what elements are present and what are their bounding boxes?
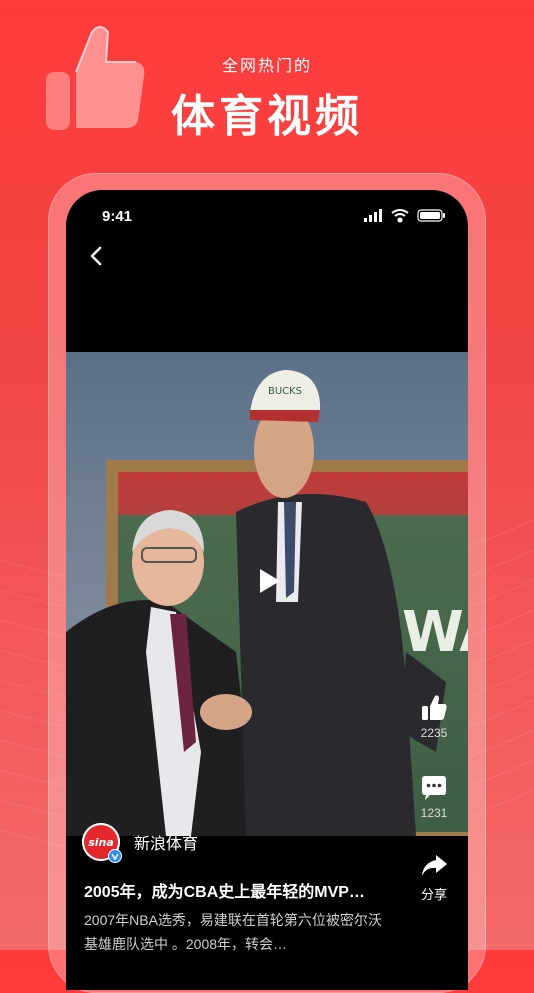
promo-subtitle: 全网热门的 [221, 58, 312, 75]
like-icon[interactable] [420, 694, 448, 722]
author-logo-text: sina [88, 836, 114, 849]
status-icons [364, 209, 445, 223]
battery-icon [417, 209, 445, 222]
verified-icon [108, 849, 122, 863]
share-action[interactable]: 分享 [414, 852, 454, 903]
back-arrow-icon[interactable] [86, 244, 106, 268]
avatar[interactable]: sina [82, 823, 122, 863]
play-icon[interactable] [254, 566, 284, 596]
comment-icon[interactable] [420, 774, 448, 802]
status-time: 9:41 [102, 208, 133, 225]
author-row[interactable]: sina 新浪体育 [82, 822, 198, 863]
video-title[interactable]: 2005年，成为CBA史上最年轻的MVP… [84, 878, 404, 902]
comment-count: 1231 [420, 806, 448, 820]
share-icon[interactable] [420, 852, 448, 880]
promo-title: 体育视频 [171, 92, 363, 141]
like-action[interactable]: 2235 [414, 694, 454, 740]
author-name[interactable]: 新浪体育 [134, 830, 198, 854]
cap-logo: BUCKS [268, 386, 302, 397]
video-description: 2007年NBA选秀，易建联在首轮第六位被密尔沃基雄鹿队选中 。2008年，转会… [84, 912, 382, 952]
wifi-icon [391, 209, 409, 223]
share-label: 分享 [420, 887, 447, 902]
comment-action[interactable]: 1231 [414, 774, 454, 820]
video-player[interactable]: WA BUCKS [66, 352, 468, 836]
like-count: 2235 [420, 726, 448, 740]
signal-icon [364, 209, 382, 222]
phone-screen: 9:41 WA [66, 190, 468, 990]
